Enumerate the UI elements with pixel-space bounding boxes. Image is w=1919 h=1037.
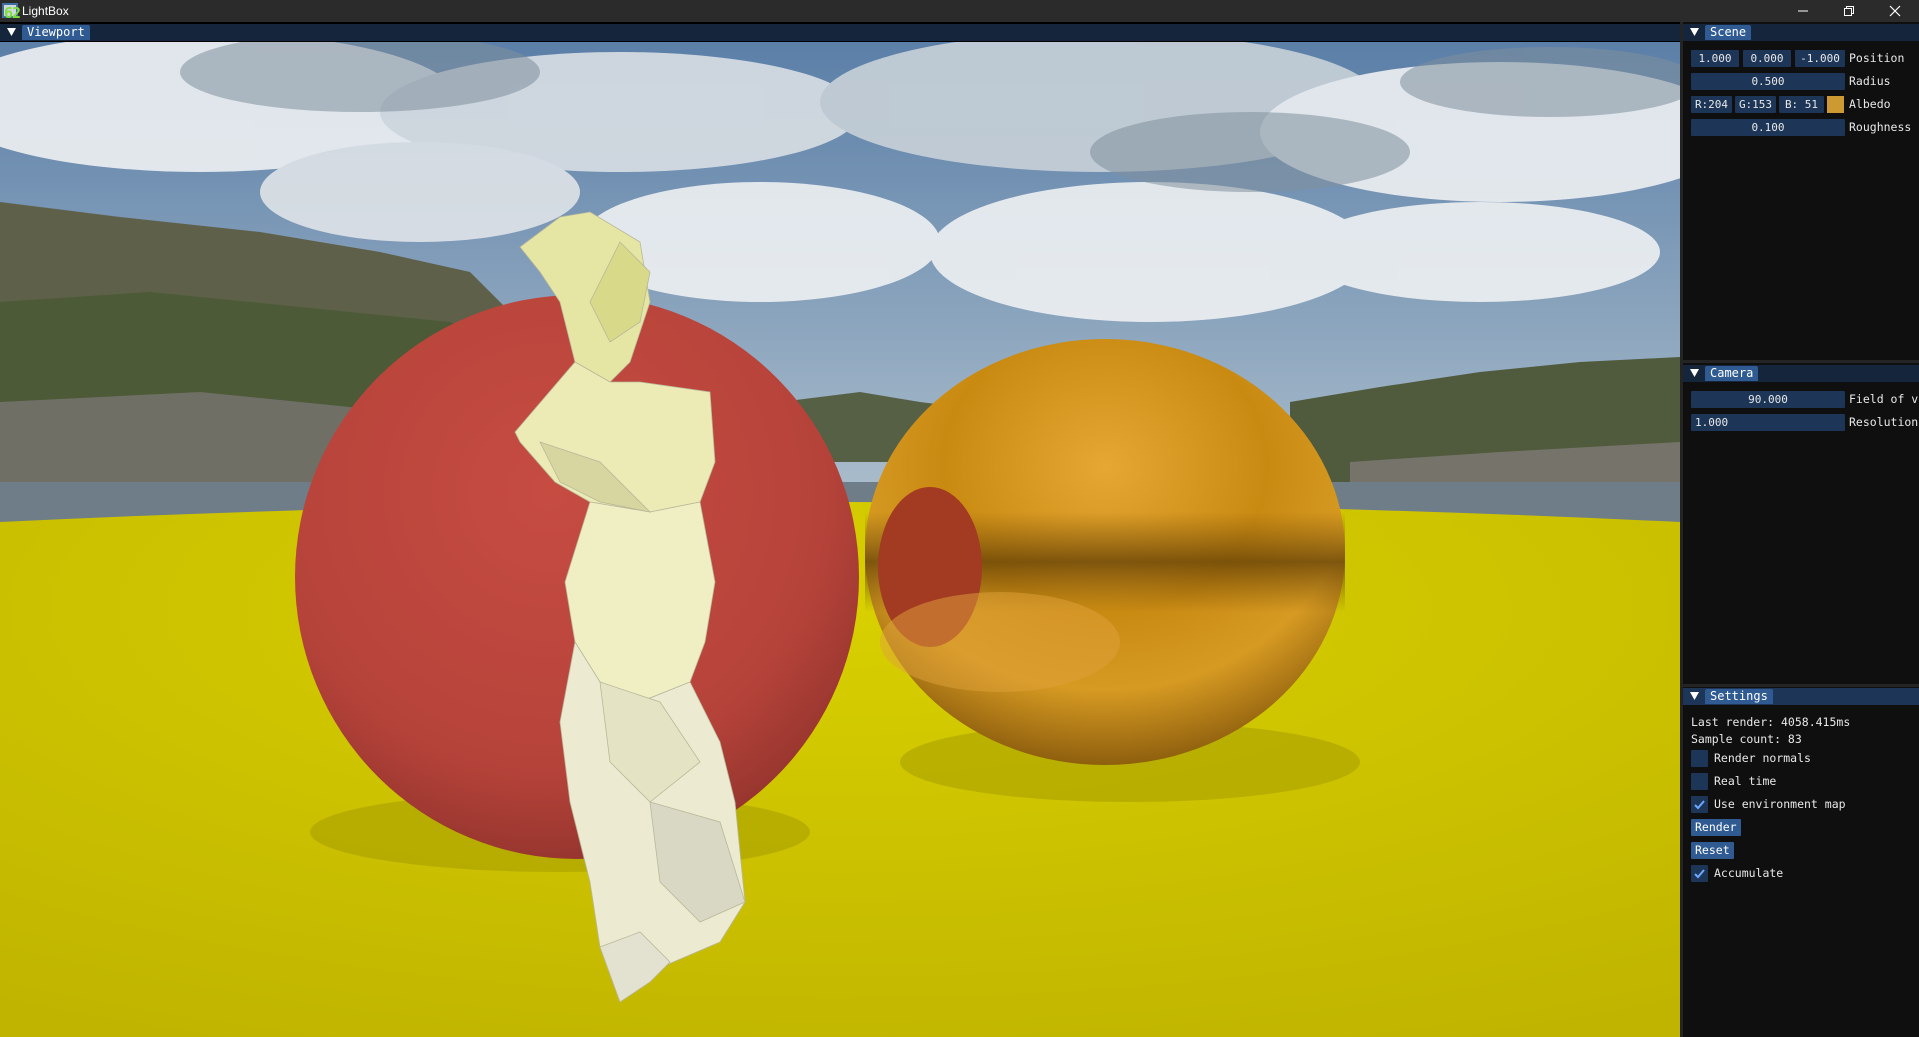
checkmark-icon — [1694, 800, 1705, 810]
resolution-field[interactable]: 1.000 — [1691, 414, 1845, 431]
albedo-g-field[interactable]: G:153 — [1735, 96, 1776, 113]
use-env-map-checkbox[interactable] — [1691, 796, 1708, 813]
albedo-color-swatch[interactable] — [1827, 96, 1844, 113]
sample-count-text: Sample count: 83 — [1691, 732, 1802, 746]
dock-divider[interactable] — [1683, 360, 1919, 363]
viewport-header: Viewport — [0, 24, 1680, 41]
camera-header: Camera — [1683, 365, 1919, 382]
fov-label: Field of v — [1849, 392, 1919, 406]
close-button[interactable] — [1873, 0, 1917, 22]
position-x-field[interactable]: 1.000 — [1691, 50, 1739, 67]
fps-counter: 62 — [4, 4, 21, 22]
radius-label: Radius — [1849, 74, 1891, 88]
dock-divider[interactable] — [1683, 684, 1919, 687]
radius-field[interactable]: 0.500 — [1691, 73, 1845, 90]
use-env-map-label: Use environment map — [1714, 797, 1846, 811]
collapse-triangle-icon[interactable] — [1690, 692, 1699, 700]
scene-header: Scene — [1683, 24, 1919, 41]
tab-settings[interactable]: Settings — [1705, 689, 1773, 704]
render-normals-label: Render normals — [1714, 751, 1811, 765]
minimize-icon — [1798, 10, 1808, 12]
window-title: LightBox — [22, 4, 69, 18]
checkmark-icon — [1694, 869, 1705, 879]
albedo-r-field[interactable]: R:204 — [1691, 96, 1732, 113]
position-z-field[interactable]: -1.000 — [1795, 50, 1845, 67]
albedo-label: Albedo — [1849, 97, 1891, 111]
restore-button[interactable] — [1827, 0, 1871, 22]
accumulate-label: Accumulate — [1714, 866, 1784, 880]
reset-button[interactable]: Reset — [1691, 842, 1734, 859]
roughness-field[interactable]: 0.100 — [1691, 119, 1845, 136]
accumulate-checkbox[interactable] — [1691, 865, 1708, 882]
right-dock — [1683, 22, 1919, 1037]
render-normals-checkbox[interactable] — [1691, 750, 1708, 767]
real-time-label: Real time — [1714, 774, 1777, 788]
close-icon — [1889, 5, 1901, 17]
viewport-render[interactable] — [0, 42, 1680, 1037]
resolution-label: Resolution — [1849, 415, 1919, 429]
collapse-triangle-icon[interactable] — [1690, 369, 1699, 377]
tab-scene[interactable]: Scene — [1705, 25, 1752, 40]
render-button[interactable]: Render — [1691, 819, 1741, 836]
last-render-text: Last render: 4058.415ms — [1691, 715, 1851, 729]
rendered-scene — [0, 42, 1680, 1037]
fov-field[interactable]: 90.000 — [1691, 391, 1845, 408]
position-y-field[interactable]: 0.000 — [1743, 50, 1791, 67]
real-time-checkbox[interactable] — [1691, 773, 1708, 790]
tab-viewport[interactable]: Viewport — [22, 25, 90, 40]
collapse-triangle-icon[interactable] — [1690, 28, 1699, 36]
restore-icon — [1844, 6, 1854, 16]
roughness-label: Roughness — [1849, 120, 1912, 134]
minimize-button[interactable] — [1781, 0, 1825, 22]
settings-header: Settings — [1683, 688, 1919, 705]
tab-camera[interactable]: Camera — [1705, 366, 1759, 381]
title-bar: 62 LightBox — [0, 0, 1919, 22]
albedo-b-field[interactable]: B: 51 — [1779, 96, 1824, 113]
position-label: Position — [1849, 51, 1905, 65]
collapse-triangle-icon[interactable] — [7, 28, 16, 36]
